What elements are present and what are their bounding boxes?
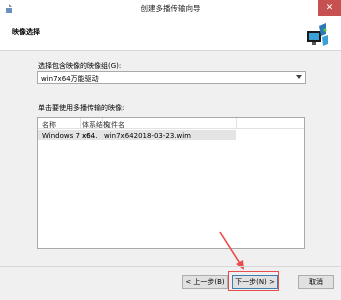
cancel-button[interactable]: 取消 — [298, 275, 334, 289]
footer-divider — [0, 266, 341, 267]
annotation-highlight-box — [228, 271, 279, 291]
back-button[interactable]: < 上一步(B) — [182, 275, 228, 289]
annotation-arrow-icon — [219, 231, 244, 270]
